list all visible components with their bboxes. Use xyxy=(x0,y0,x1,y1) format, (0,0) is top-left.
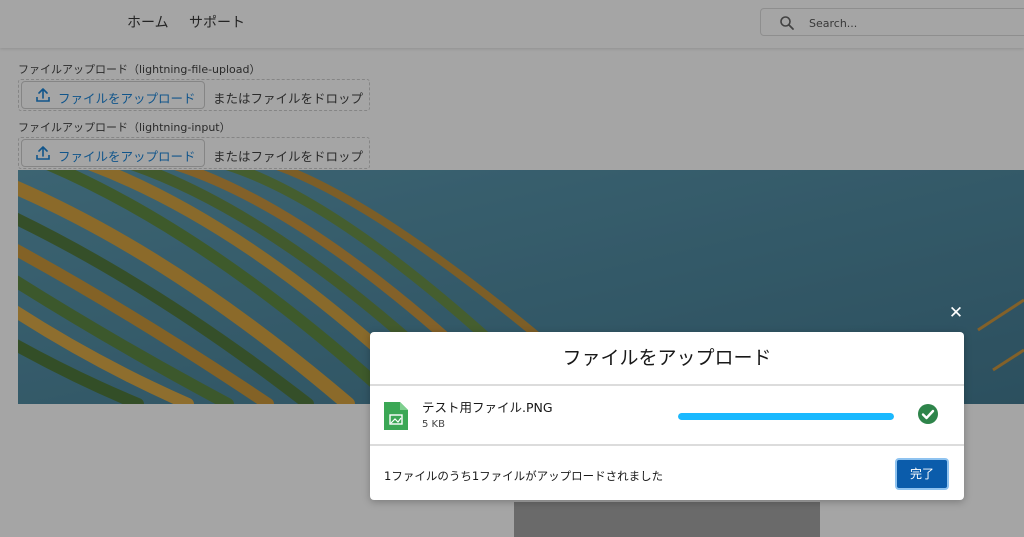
upload-modal: ファイルをアップロード テスト用ファイル.PNG 5 KB 1ファイルのうち1フ… xyxy=(370,332,964,500)
file-name: テスト用ファイル.PNG xyxy=(422,400,553,415)
modal-close-icon[interactable]: ✕ xyxy=(946,303,966,323)
done-button[interactable]: 完了 xyxy=(895,458,949,490)
modal-title: ファイルをアップロード xyxy=(562,347,772,369)
modal-header: ファイルをアップロード xyxy=(370,332,964,386)
file-size: 5 KB xyxy=(422,419,445,430)
upload-progress-fill xyxy=(678,413,894,420)
upload-status-text: 1ファイルのうち1ファイルがアップロードされました xyxy=(384,469,664,483)
check-circle-icon xyxy=(918,404,938,424)
image-file-icon xyxy=(384,402,408,430)
upload-progress-bar xyxy=(678,413,894,420)
uploaded-file-row: テスト用ファイル.PNG 5 KB xyxy=(370,386,964,446)
